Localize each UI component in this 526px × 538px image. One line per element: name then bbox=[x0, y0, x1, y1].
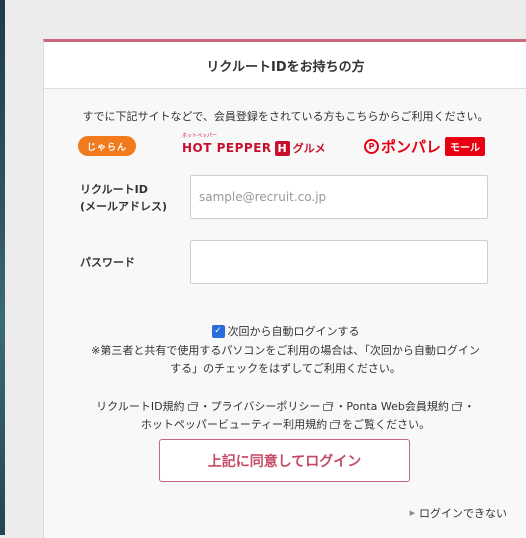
terms-text: リクルートID規約 ・プライバシーポリシー ・Ponta Web会員規約・ ホットペ… bbox=[96, 400, 475, 431]
cannot-login-link[interactable]: ▶ ログインできない bbox=[410, 505, 507, 521]
external-link-icon bbox=[451, 401, 462, 411]
auto-login-row[interactable]: ✓ 次回から自動ログインする bbox=[44, 323, 526, 339]
auto-login-checkbox[interactable]: ✓ bbox=[211, 324, 225, 338]
ponpare-text: ポンパレ bbox=[381, 138, 442, 156]
recruit-id-terms-link[interactable]: リクルートID規約 bbox=[96, 400, 184, 413]
hotpepper-h-icon: H bbox=[274, 140, 290, 156]
external-link-icon bbox=[323, 401, 334, 411]
background-strip bbox=[0, 0, 5, 535]
jalan-logo: じゃらん bbox=[78, 136, 136, 156]
external-link-icon bbox=[330, 419, 341, 429]
agree-and-login-button[interactable]: 上記に同意してログイン bbox=[159, 439, 410, 482]
ponpare-mall-logo: P ポンパレ モール bbox=[364, 136, 486, 157]
partner-logos: じゃらん ホットペッパー HOT PEPPER H グルメ P ポンパレ モール bbox=[44, 132, 526, 160]
recruit-id-input[interactable] bbox=[190, 175, 488, 219]
hotpepper-small-text: ホットペッパー bbox=[182, 133, 218, 139]
hotpepper-text: HOT PEPPER bbox=[182, 141, 272, 155]
password-input[interactable] bbox=[190, 240, 488, 284]
panel-title: リクルートIDをお持ちの方 bbox=[44, 42, 526, 89]
ponpare-p-icon: P bbox=[364, 139, 379, 154]
chevron-right-icon: ▶ bbox=[409, 509, 415, 517]
shared-pc-note: ※第三者と共有で使用するパソコンをご利用の場合は、「次回から自動ログイン する」… bbox=[91, 344, 480, 375]
hotpepper-gourmet-logo: ホットペッパー HOT PEPPER H グルメ bbox=[182, 132, 326, 156]
ponta-terms-link[interactable]: Ponta Web会員規約 bbox=[346, 400, 448, 413]
intro-text: すでに下記サイトなどで、会員登録をされている方もこちらからご利用ください。 bbox=[82, 110, 489, 123]
recruit-id-label: リクルートID (メールアドレス) bbox=[80, 183, 168, 213]
login-panel: リクルートIDをお持ちの方 すでに下記サイトなどで、会員登録をされている方もこち… bbox=[43, 39, 526, 538]
hotpepper-beauty-terms-link[interactable]: ホットペッパービューティー利用規約 bbox=[141, 418, 327, 431]
password-label: パスワード bbox=[80, 256, 135, 269]
external-link-icon bbox=[187, 401, 198, 411]
mall-badge: モール bbox=[445, 137, 486, 156]
privacy-policy-link[interactable]: プライバシーポリシー bbox=[211, 400, 321, 413]
auto-login-label: 次回から自動ログインする bbox=[227, 325, 360, 338]
gourmet-text: グルメ bbox=[292, 142, 326, 155]
